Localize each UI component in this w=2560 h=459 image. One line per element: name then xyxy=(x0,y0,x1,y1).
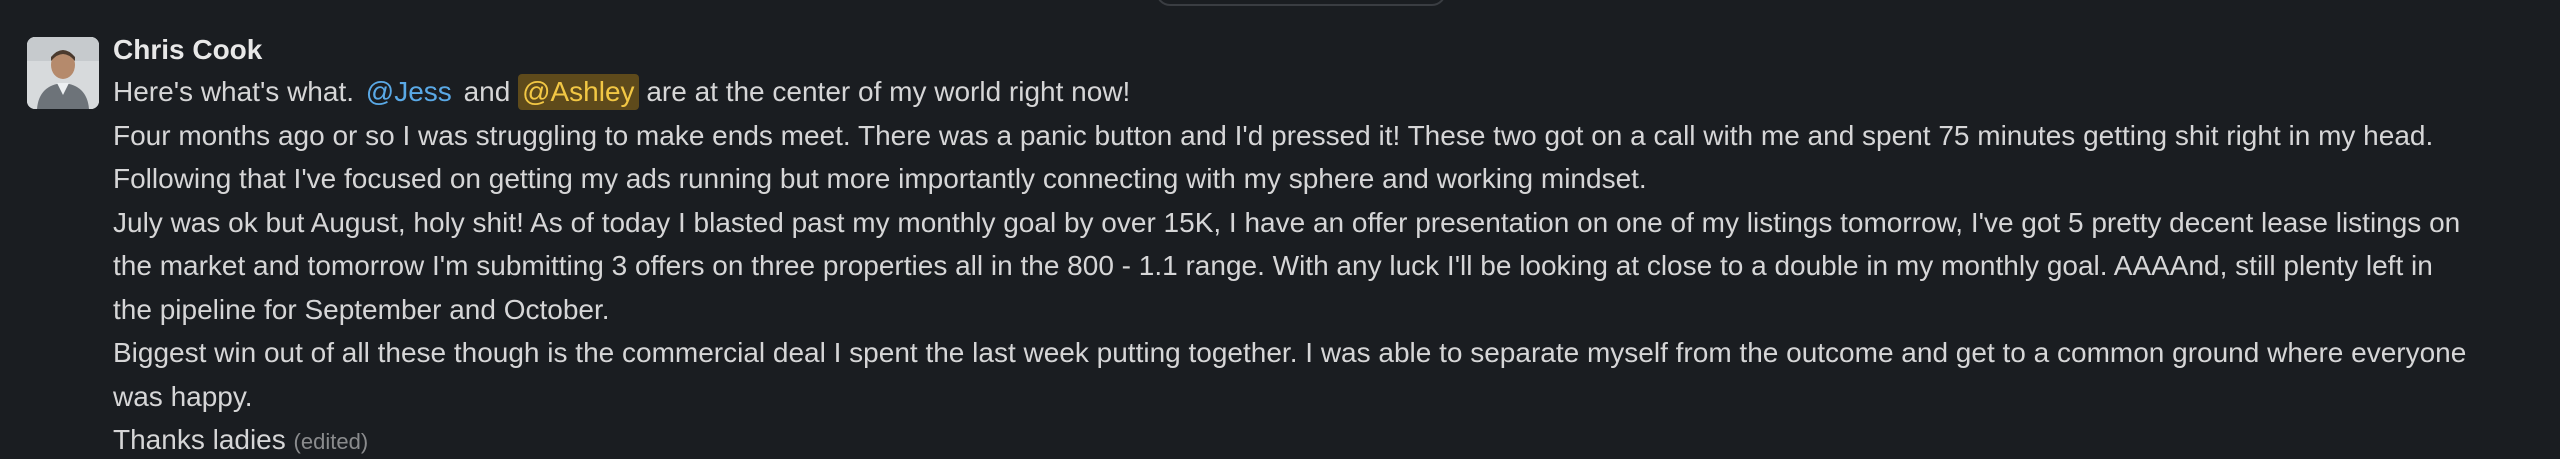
edited-label: (edited) xyxy=(293,429,369,454)
message-line-2: Four months ago or so I was struggling t… xyxy=(113,119,2434,151)
message-line-7: Biggest win out of all these though is t… xyxy=(113,337,2467,368)
person-photo-avatar-icon xyxy=(27,37,99,109)
message-content: Chris Cook Here's what's what. @Jess and… xyxy=(113,30,2553,459)
text-segment: Thanks ladies xyxy=(113,424,286,455)
message-line-5: the market and tomorrow I'm submitting 3… xyxy=(113,250,2433,281)
message-line-9: Thanks ladies (edited) xyxy=(113,418,2553,459)
date-divider-pill[interactable] xyxy=(1156,0,1446,6)
text-segment: and xyxy=(455,76,519,107)
author-name[interactable]: Chris Cook xyxy=(113,30,2553,70)
message-line-6: the pipeline for September and October. xyxy=(113,293,610,325)
message-line-3: Following that I've focused on getting m… xyxy=(113,163,1647,194)
mention-jess[interactable]: @Jess xyxy=(362,74,456,110)
text-segment: are at the center of my world right now! xyxy=(638,76,1131,107)
message-line-1: Here's what's what. @Jess and @Ashley ar… xyxy=(113,70,2553,114)
message-line-4: July was ok but August, holy shit! As of… xyxy=(113,206,2461,238)
message-line-8: was happy. xyxy=(113,380,253,412)
avatar[interactable] xyxy=(27,37,99,109)
mention-ashley[interactable]: @Ashley xyxy=(518,74,639,110)
text-segment: Here's what's what. xyxy=(113,76,362,107)
